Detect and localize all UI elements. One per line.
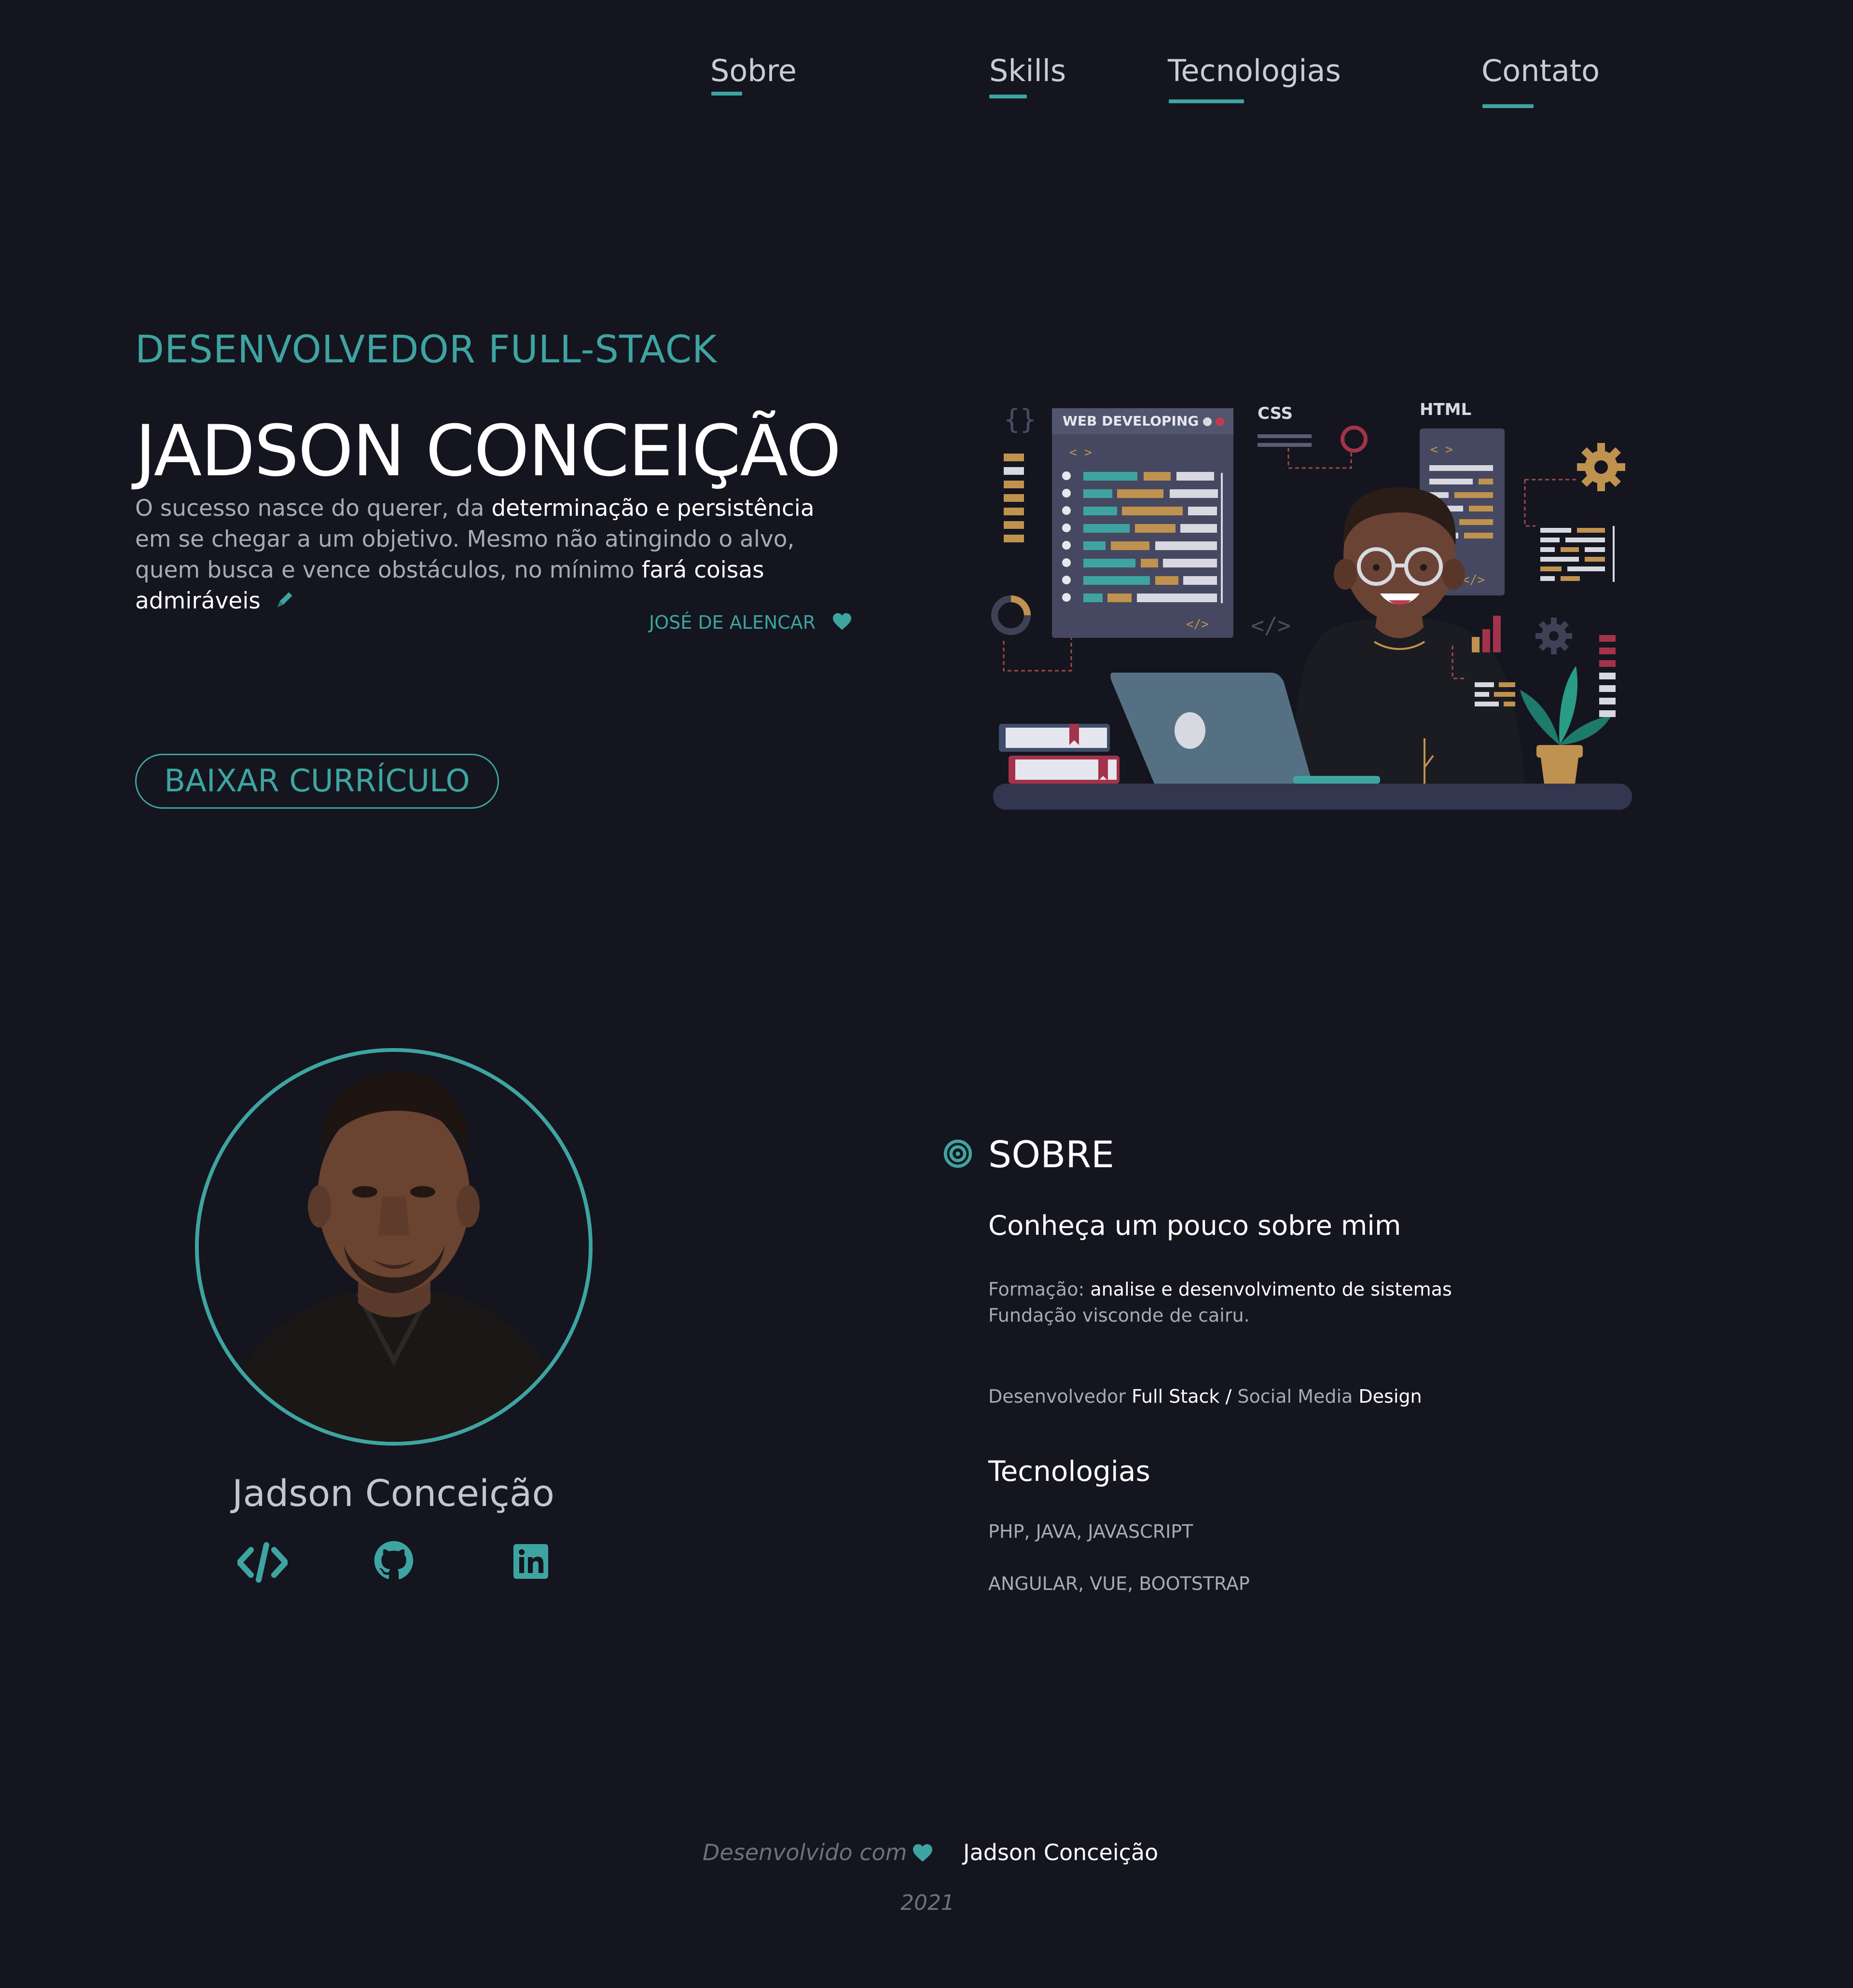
role-text: Desenvolvedor — [988, 1386, 1126, 1407]
profile-name: Jadson Conceição — [232, 1472, 554, 1515]
nav-contato[interactable]: Contato — [1481, 53, 1600, 88]
about-title: SOBRE — [988, 1133, 1115, 1176]
institution: Fundação visconde de cairu. — [988, 1305, 1250, 1326]
linkedin-icon[interactable] — [513, 1544, 548, 1581]
formation-line: Formação: analise e desenvolvimento de s… — [988, 1279, 1452, 1300]
svg-text:</>: </> — [1462, 573, 1485, 587]
nav-sobre-underline — [711, 92, 742, 96]
nav-contato-underline — [1482, 104, 1534, 108]
svg-text:< >: < > — [1430, 442, 1453, 457]
role-text: Social Media — [1237, 1386, 1353, 1407]
formation-label: Formação: — [988, 1279, 1085, 1300]
role-separator: / — [1225, 1386, 1232, 1407]
developer-illustration: {} WEB DEVELOPING < > </> </> CSS HTML <… — [984, 391, 1641, 815]
quote-text: quem busca e vence obstáculos, no mínimo — [135, 557, 642, 583]
avatar — [195, 1048, 593, 1446]
role-highlight: Design — [1358, 1386, 1422, 1407]
quote-text: O sucesso nasce do querer, da — [135, 495, 492, 522]
quote-highlight: determinação e persistência — [491, 495, 815, 522]
github-icon[interactable] — [373, 1540, 414, 1583]
nav-skills[interactable]: Skills — [989, 53, 1066, 88]
author-name: JOSÉ DE ALENCAR — [649, 612, 816, 633]
svg-text:</>: </> — [1186, 617, 1209, 632]
html-label: HTML — [1420, 400, 1471, 419]
heart-icon — [912, 1843, 933, 1864]
web-developing-label: WEB DEVELOPING — [1063, 413, 1199, 429]
nav-skills-underline — [989, 95, 1027, 98]
quote-text: em se chegar a um objetivo. Mesmo não at… — [135, 526, 795, 552]
tech-line: ANGULAR, VUE, BOOTSTRAP — [988, 1573, 1250, 1594]
about-subtitle: Conheça um pouco sobre mim — [988, 1210, 1401, 1242]
nav-tecnologias-underline — [1169, 99, 1244, 103]
hero-quote: O sucesso nasce do querer, da determinaç… — [135, 493, 869, 618]
css-label: CSS — [1258, 404, 1293, 423]
role-highlight: Full Stack — [1132, 1386, 1220, 1407]
quote-author: JOSÉ DE ALENCAR — [649, 612, 852, 635]
nav-sobre[interactable]: Sobre — [710, 53, 797, 88]
roles-line: Desenvolvedor Full Stack / Social Media … — [988, 1386, 1422, 1407]
hero-role: DESENVOLVEDOR FULL-STACK — [135, 328, 718, 372]
nav-tecnologias[interactable]: Tecnologias — [1168, 53, 1341, 88]
svg-text:< >: < > — [1069, 445, 1092, 460]
hero-name: JADSON CONCEIÇÃO — [135, 410, 842, 492]
footer-year: 2021 — [900, 1891, 954, 1915]
svg-text:</>: </> — [1251, 612, 1291, 638]
footer-made-with: Desenvolvido com — [703, 1839, 907, 1865]
svg-text:{}: {} — [1004, 404, 1036, 435]
footer-author: Jadson Conceição — [963, 1839, 1159, 1865]
heart-icon — [832, 612, 852, 635]
formation-value: analise e desenvolvimento de sistemas — [1090, 1279, 1452, 1300]
download-cv-button[interactable]: BAIXAR CURRÍCULO — [135, 754, 499, 809]
target-icon — [943, 1139, 973, 1171]
pen-icon — [275, 587, 296, 618]
tech-line: PHP, JAVA, JAVASCRIPT — [988, 1521, 1193, 1542]
tech-title: Tecnologias — [988, 1455, 1150, 1488]
code-icon[interactable] — [236, 1542, 289, 1585]
